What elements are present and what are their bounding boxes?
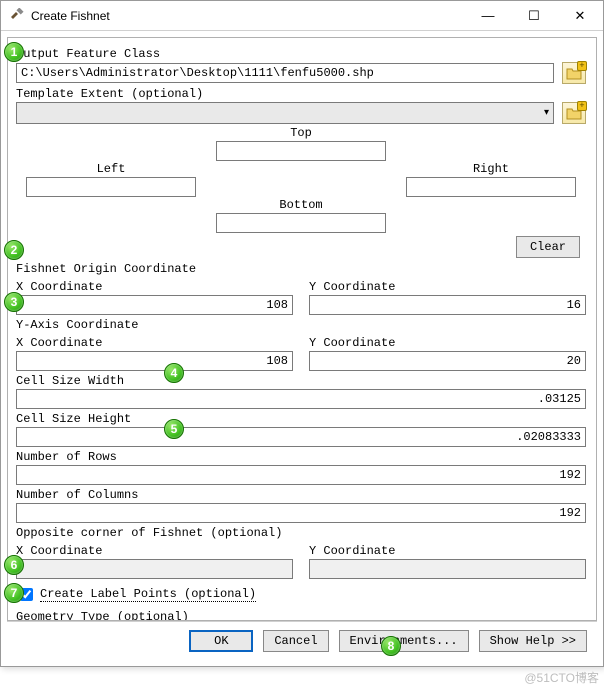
origin-x-label: X Coordinate <box>16 280 293 294</box>
extent-left-label: Left <box>16 162 206 176</box>
annotation-marker-3: 3 <box>4 292 24 312</box>
extent-top-label: Top <box>206 126 396 140</box>
extent-bottom-label: Bottom <box>206 198 396 212</box>
extent-left-input[interactable] <box>26 177 196 197</box>
rows-input[interactable] <box>16 465 586 485</box>
rows-label: Number of Rows <box>16 450 586 464</box>
cell-width-input[interactable] <box>16 389 586 409</box>
annotation-marker-6: 6 <box>4 555 24 575</box>
origin-y-input[interactable] <box>309 295 586 315</box>
annotation-marker-5: 5 <box>164 419 184 439</box>
annotation-marker-2: 2 <box>4 240 24 260</box>
extent-bottom-input[interactable] <box>216 213 386 233</box>
cell-height-label: Cell Size Height <box>16 412 586 426</box>
output-label: Output Feature Class <box>16 47 586 61</box>
clear-button[interactable]: Clear <box>516 236 580 258</box>
annotation-marker-8: 8 <box>381 636 401 656</box>
opposite-x-label: X Coordinate <box>16 544 293 558</box>
annotation-marker-7: 7 <box>4 583 24 603</box>
ok-button[interactable]: OK <box>189 630 253 652</box>
create-labels-label[interactable]: Create Label Points (optional) <box>40 587 256 602</box>
extent-right-input[interactable] <box>406 177 576 197</box>
opposite-x-input[interactable] <box>16 559 293 579</box>
template-extent-browse-button[interactable]: + <box>562 102 586 124</box>
plus-icon: + <box>577 101 587 111</box>
yaxis-y-label: Y Coordinate <box>309 336 586 350</box>
close-button[interactable]: ✕ <box>557 1 603 31</box>
output-browse-button[interactable]: + <box>562 62 586 84</box>
yaxis-y-input[interactable] <box>309 351 586 371</box>
environments-button[interactable]: Environments... <box>339 630 469 652</box>
extent-grid: Top Left Right Bottom Clear <box>16 126 586 258</box>
cell-height-input[interactable] <box>16 427 586 447</box>
watermark: @51CTO博客 <box>524 669 599 686</box>
chevron-down-icon: ▾ <box>544 107 549 119</box>
content-wrapper: Output Feature Class + Template Extent (… <box>1 31 603 666</box>
button-bar: OK Cancel Environments... Show Help >> <box>7 621 597 660</box>
titlebar: Create Fishnet — ☐ ✕ <box>1 1 603 31</box>
minimize-button[interactable]: — <box>465 1 511 31</box>
yaxis-x-label: X Coordinate <box>16 336 293 350</box>
origin-x-input[interactable] <box>16 295 293 315</box>
origin-section: Fishnet Origin Coordinate <box>16 262 586 276</box>
geom-label: Geometry Type (optional) <box>16 610 586 621</box>
opposite-y-input[interactable] <box>309 559 586 579</box>
maximize-button[interactable]: ☐ <box>511 1 557 31</box>
output-input[interactable] <box>16 63 554 83</box>
extent-right-label: Right <box>396 162 586 176</box>
form-area: Output Feature Class + Template Extent (… <box>7 37 597 621</box>
hammer-icon <box>9 8 25 24</box>
opposite-section: Opposite corner of Fishnet (optional) <box>16 526 586 540</box>
window-title: Create Fishnet <box>31 9 110 23</box>
cols-input[interactable] <box>16 503 586 523</box>
extent-top-input[interactable] <box>216 141 386 161</box>
template-extent-select[interactable]: ▾ <box>16 102 554 124</box>
cols-label: Number of Columns <box>16 488 586 502</box>
window: Create Fishnet — ☐ ✕ Output Feature Clas… <box>0 0 604 667</box>
annotation-marker-4: 4 <box>164 363 184 383</box>
origin-y-label: Y Coordinate <box>309 280 586 294</box>
cell-width-label: Cell Size Width <box>16 374 586 388</box>
annotation-marker-1: 1 <box>4 42 24 62</box>
opposite-y-label: Y Coordinate <box>309 544 586 558</box>
template-extent-label: Template Extent (optional) <box>16 87 586 101</box>
cancel-button[interactable]: Cancel <box>263 630 328 652</box>
yaxis-section: Y-Axis Coordinate <box>16 318 586 332</box>
show-help-button[interactable]: Show Help >> <box>479 630 587 652</box>
yaxis-x-input[interactable] <box>16 351 293 371</box>
plus-icon: + <box>577 61 587 71</box>
